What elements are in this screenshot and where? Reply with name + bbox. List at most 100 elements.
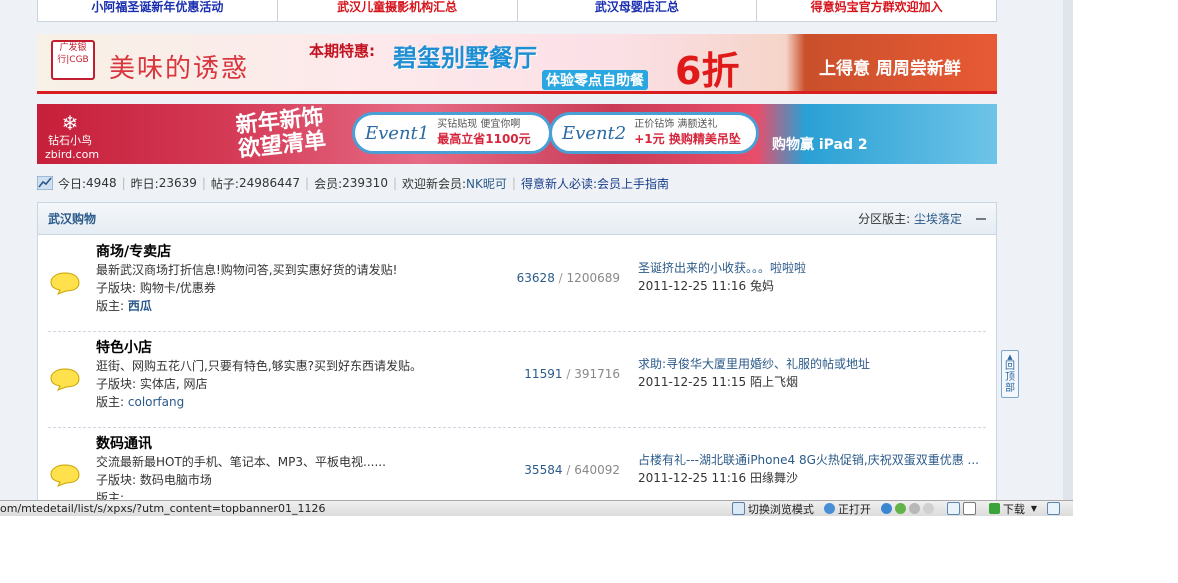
last-post-topic-link[interactable]: 占楼有礼---湖北联通iPhone4 8G火热促销,庆祝双蛋双重优惠 ... xyxy=(638,451,988,469)
board-bubble-icon xyxy=(50,368,80,391)
last-post-user[interactable]: 田缘舞沙 xyxy=(750,471,798,485)
opening-label: 正打开 xyxy=(837,502,871,516)
switch-mode-label: 切换浏览模式 xyxy=(747,502,814,516)
board-name-link[interactable]: 数码通讯 xyxy=(96,435,386,453)
subforum-link[interactable]: 数码电脑市场 xyxy=(140,473,212,487)
board-name-link[interactable]: 商场/专卖店 xyxy=(96,243,397,261)
globe-icon xyxy=(823,503,835,514)
toggle-green-icon[interactable] xyxy=(894,503,906,514)
toggle-gray-icon[interactable] xyxy=(908,503,920,514)
topic-count: 63628 xyxy=(516,271,555,285)
top-link-4[interactable]: 得意妈宝官方群欢迎加入 xyxy=(757,0,996,21)
browser-viewport: 小阿福圣诞新年优惠活动 武汉儿童摄影机构汇总 武汉母婴店汇总 得意妈宝官方群欢迎… xyxy=(0,0,1073,516)
board-name-link[interactable]: 特色小店 xyxy=(96,339,422,357)
new-member-link[interactable]: NK昵可 xyxy=(466,175,507,192)
today-label: 今日: xyxy=(58,176,87,191)
last-post: 求助:寻俊华大厦里用婚纱、礼服的帖或地址 2011-12-25 11:15 陌上… xyxy=(638,355,988,391)
board-description: 逛街、网购五花八门,只要有特色,够实惠?买到好东西请发贴。 xyxy=(96,359,423,373)
posts-label: 帖子: xyxy=(210,176,239,191)
subforum-label: 子版块: xyxy=(96,377,137,391)
toggle-gray2-icon[interactable] xyxy=(922,503,934,514)
top-link-3[interactable]: 武汉母婴店汇总 xyxy=(518,0,758,21)
banner2-event1: Event1 买钻贴现 便宜你啊 最高立省1100元 xyxy=(352,112,552,154)
collapse-icon[interactable] xyxy=(976,217,986,220)
download-label: 下载 xyxy=(1002,502,1025,516)
event2-line2: +1元 换购精美吊坠 xyxy=(634,132,741,146)
banner-cgb-restaurant[interactable]: 广发银行|CGB 美味的诱惑 本期特惠: 碧玺别墅餐厅 体验零点自助餐 6折 上… xyxy=(37,34,997,94)
page-icon[interactable] xyxy=(962,502,976,515)
event1-text: 买钻贴现 便宜你啊 最高立省1100元 xyxy=(437,118,530,148)
download-arrow-icon xyxy=(988,503,1000,514)
snowflake-icon: ❄ xyxy=(61,111,79,135)
subforum-link[interactable]: 实体店, 网店 xyxy=(140,377,208,391)
screenshot-icon[interactable] xyxy=(946,502,960,515)
count-separator: / xyxy=(558,271,563,285)
last-post-time: 2011-12-25 11:15 xyxy=(638,375,747,389)
moderator-label: 版主: xyxy=(96,299,125,313)
board-description: 交流最新最HOT的手机、笔记本、MP3、平板电视...... xyxy=(96,455,386,469)
topic-count: 11591 xyxy=(524,367,563,381)
divider: | xyxy=(121,176,126,190)
divider: | xyxy=(305,176,310,190)
board-counts: 63628 / 1200689 xyxy=(488,271,620,285)
last-post-time: 2011-12-25 11:16 xyxy=(638,471,747,485)
post-count: 640092 xyxy=(574,463,620,477)
ie-icon[interactable] xyxy=(880,503,892,514)
event2-text: 正价钻饰 满额送礼 +1元 换购精美吊坠 xyxy=(634,118,741,148)
top-link-2[interactable]: 武汉儿童摄影机构汇总 xyxy=(278,0,518,21)
board-row: 特色小店 逛街、网购五花八门,只要有特色,够实惠?买到好东西请发贴。 子版块: … xyxy=(48,331,986,428)
page-content: 小阿福圣诞新年优惠活动 武汉儿童摄影机构汇总 武汉母婴店汇总 得意妈宝官方群欢迎… xyxy=(37,0,997,516)
zbird-logo-text: 钻石小鸟 zbird.com xyxy=(45,134,100,161)
back-to-top-button[interactable]: ▲ 回 顶 部 xyxy=(1001,350,1019,398)
board-counts: 11591 / 391716 xyxy=(488,367,620,381)
event2-label: Event2 xyxy=(562,122,627,144)
board-info: 商场/专卖店 最新武汉商场打折信息!购物问答,买到实惠好货的请发贴! 子版块: … xyxy=(96,243,397,315)
count-separator: / xyxy=(566,463,571,477)
subforum-label: 子版块: xyxy=(96,281,137,295)
last-post: 占楼有礼---湖北联通iPhone4 8G火热促销,庆祝双蛋双重优惠 ... 2… xyxy=(638,451,988,487)
switch-mode-button[interactable]: 切换浏览模式 xyxy=(731,501,814,517)
up-arrow-icon: ▲ xyxy=(1007,353,1013,361)
download-button[interactable]: 下载 ▼ xyxy=(988,501,1037,517)
last-post-time: 2011-12-25 11:16 xyxy=(638,279,747,293)
newbie-guide-link[interactable]: 得意新人必读:会员上手指南 xyxy=(521,175,669,192)
board-counts: 35584 / 640092 xyxy=(488,463,620,477)
chevron-down-icon[interactable]: ▼ xyxy=(1031,504,1037,513)
count-separator: / xyxy=(566,367,571,381)
posts-count: 24986447 xyxy=(238,176,301,190)
event1-line2: 最高立省1100元 xyxy=(437,132,531,146)
tool-icons xyxy=(946,502,979,515)
board-bubble-icon xyxy=(50,272,80,295)
moderator-link[interactable]: colorfang xyxy=(128,395,184,409)
last-post-topic-link[interactable]: 圣诞挤出来的小收获。。。啦啦啦 xyxy=(638,259,988,277)
last-post-topic-link[interactable]: 求助:寻俊华大厦里用婚纱、礼服的帖或地址 xyxy=(638,355,988,373)
window-icon[interactable] xyxy=(1047,502,1060,515)
forum-section-header: 武汉购物 分区版主: 尘埃落定 xyxy=(38,203,996,235)
board-info: 特色小店 逛街、网购五花八门,只要有特色,够实惠?买到好东西请发贴。 子版块: … xyxy=(96,339,422,411)
last-post: 圣诞挤出来的小收获。。。啦啦啦 2011-12-25 11:16 兔妈 xyxy=(638,259,988,295)
banner2-title: 新年新饰 欲望清单 xyxy=(234,104,328,163)
board-subforums: 子版块: 数码电脑市场 xyxy=(96,471,386,489)
board-subforums: 子版块: 实体店, 网店 xyxy=(96,375,422,393)
page-right-gutter xyxy=(1063,0,1073,516)
last-post-user[interactable]: 陌上飞烟 xyxy=(750,375,798,389)
board-subforums: 子版块: 购物卡/优惠券 xyxy=(96,279,397,297)
stats-chart-icon xyxy=(37,176,53,190)
top-link-1[interactable]: 小阿福圣诞新年优惠活动 xyxy=(38,0,278,21)
subforum-label: 子版块: xyxy=(96,473,137,487)
banner-zbird-jewelry[interactable]: ❄ 钻石小鸟 zbird.com 新年新饰 欲望清单 Event1 买钻贴现 便… xyxy=(37,104,997,164)
divider: | xyxy=(201,176,206,190)
browser-status-bar: om/mtedetail/list/s/xpxs/?utm_content=to… xyxy=(0,500,1073,516)
event2-line1: 正价钻饰 满额送礼 xyxy=(634,119,718,130)
board-moderator: 版主: 西瓜 xyxy=(96,297,397,315)
section-moderator-link[interactable]: 尘埃落定 xyxy=(914,212,962,226)
status-url: om/mtedetail/list/s/xpxs/?utm_content=to… xyxy=(0,502,326,515)
board-bubble-icon xyxy=(50,464,80,487)
subforum-link[interactable]: 购物卡/优惠券 xyxy=(140,281,216,295)
board-info: 数码通讯 交流最新最HOT的手机、笔记本、MP3、平板电视...... 子版块:… xyxy=(96,435,386,507)
last-post-user[interactable]: 兔妈 xyxy=(750,279,774,293)
moderator-link[interactable]: 西瓜 xyxy=(128,299,152,313)
board-moderator: 版主: colorfang xyxy=(96,393,422,411)
opening-indicator: 正打开 xyxy=(823,501,871,517)
forum-section-title[interactable]: 武汉购物 xyxy=(48,210,858,227)
